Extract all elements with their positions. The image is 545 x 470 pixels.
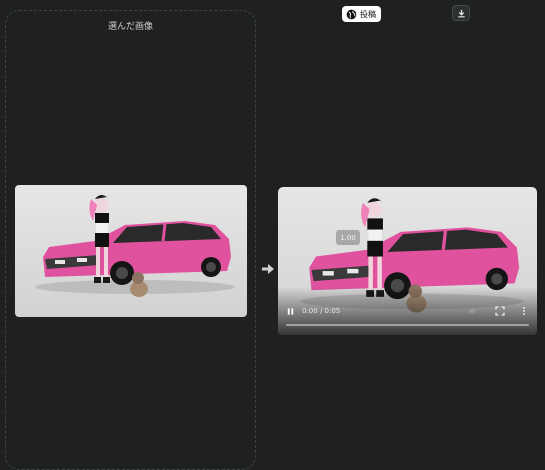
download-button[interactable] (452, 5, 470, 21)
fullscreen-icon[interactable] (495, 306, 505, 316)
source-image (15, 185, 247, 317)
more-vert-icon[interactable] (519, 306, 529, 316)
video-progress-bar[interactable] (286, 324, 529, 326)
video-time: 0:00 / 0:05 (302, 307, 341, 315)
volume-icon[interactable] (468, 306, 478, 316)
globe-icon (346, 9, 357, 19)
pause-icon[interactable] (286, 307, 295, 316)
download-icon (457, 9, 465, 17)
generated-video-player[interactable]: 1.00 0:00 / 0:05 (278, 187, 537, 335)
arrow-right-icon (262, 264, 274, 274)
speed-badge[interactable]: 1.00 (336, 230, 360, 245)
post-button[interactable]: 投稿 (342, 6, 381, 22)
post-button-label: 投稿 (360, 9, 376, 19)
source-image-title: 選んだ画像 (107, 22, 153, 32)
